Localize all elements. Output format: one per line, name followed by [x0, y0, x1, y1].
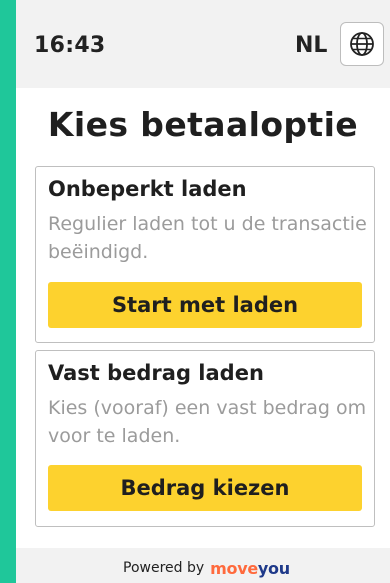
clock-time: 16:43 — [34, 33, 106, 58]
choose-amount-button[interactable]: Bedrag kiezen — [48, 465, 362, 511]
option-description: Regulier laden tot u de transactie beëin… — [48, 213, 367, 263]
page-title: Kies betaaloptie — [47, 105, 359, 144]
option-card-unlimited: Onbeperkt laden Regulier laden tot u de … — [35, 166, 375, 343]
option-card-fixed-amount: Vast bedrag laden Kies (vooraf) een vast… — [35, 350, 375, 527]
language-code: NL — [295, 33, 328, 58]
option-description: Kies (vooraf) een vast bedrag om voor te… — [48, 397, 367, 447]
powered-by: Powered by moveyou — [123, 558, 290, 578]
option-heading: Vast bedrag laden — [48, 361, 264, 385]
start-charging-button[interactable]: Start met laden — [48, 282, 362, 328]
kiosk-screen: 16:43 NL Kies betaaloptie Onbeperkt lade… — [16, 0, 390, 583]
brand-logo-part-move: move — [210, 558, 258, 578]
top-bar: 16:43 NL — [16, 0, 390, 88]
brand-logo: moveyou — [210, 559, 290, 578]
footer: Powered by moveyou — [16, 548, 390, 583]
language-button[interactable] — [340, 22, 384, 66]
powered-by-text: Powered by — [123, 560, 205, 576]
globe-icon — [350, 32, 374, 56]
option-heading: Onbeperkt laden — [48, 177, 247, 201]
brand-logo-part-you: you — [257, 558, 290, 578]
